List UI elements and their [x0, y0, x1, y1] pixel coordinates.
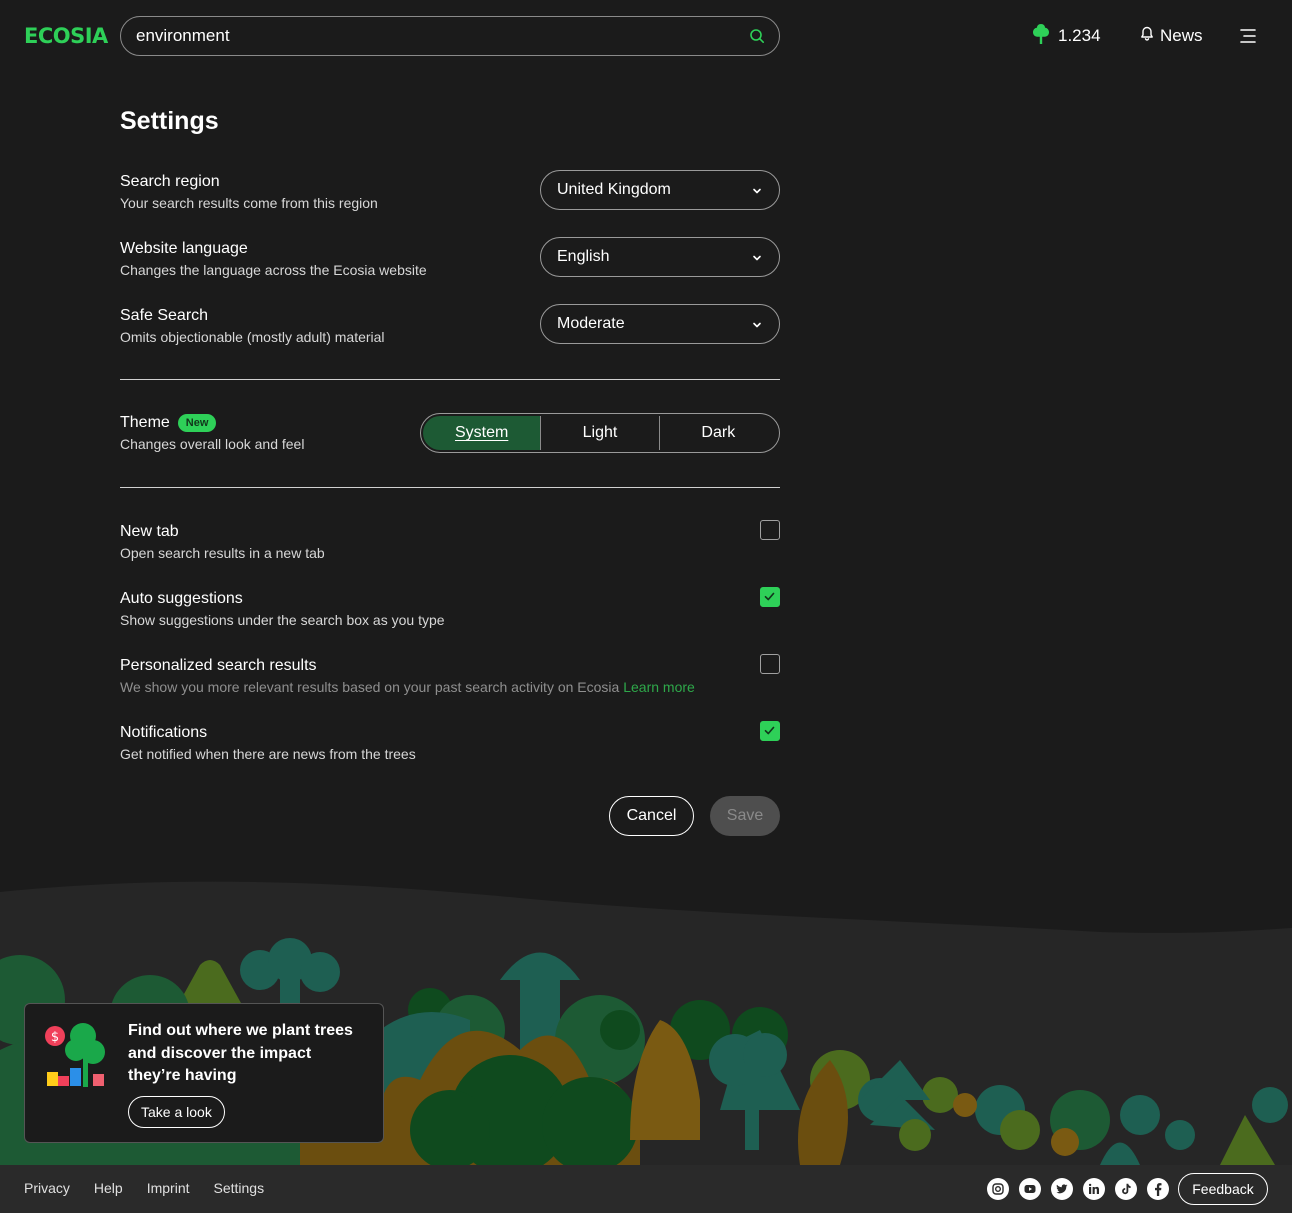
setting-label: Notifications — [120, 724, 208, 741]
setting-description: Get notified when there are news from th… — [120, 746, 416, 762]
setting-notifications: Notifications Get notified when there ar… — [120, 721, 780, 763]
website-language-select[interactable]: English — [540, 237, 780, 277]
bell-icon — [1140, 26, 1154, 46]
divider — [120, 379, 780, 380]
save-button[interactable]: Save — [710, 796, 780, 836]
setting-website-language: Website language Changes the language ac… — [120, 237, 780, 279]
setting-safe-search: Safe Search Omits objectionable (mostly … — [120, 304, 780, 346]
theme-label: Theme — [120, 414, 170, 431]
footer-link-imprint[interactable]: Imprint — [147, 1180, 190, 1196]
new-badge: New — [177, 414, 217, 432]
theme-switch: System Light Dark — [420, 413, 780, 453]
social-links — [987, 1178, 1169, 1200]
theme-option-dark[interactable]: Dark — [660, 416, 777, 450]
footer-link-settings[interactable]: Settings — [214, 1180, 265, 1196]
theme-option-light[interactable]: Light — [541, 416, 660, 450]
chevron-down-icon — [751, 318, 763, 330]
chevron-down-icon — [751, 251, 763, 263]
take-a-look-button[interactable]: Take a look — [128, 1096, 225, 1128]
facebook-icon[interactable] — [1147, 1178, 1169, 1200]
learn-more-link[interactable]: Learn more — [623, 679, 695, 695]
safe-search-select[interactable]: Moderate — [540, 304, 780, 344]
linkedin-icon[interactable] — [1083, 1178, 1105, 1200]
tiktok-icon[interactable] — [1115, 1178, 1137, 1200]
chevron-down-icon — [751, 184, 763, 196]
theme-option-system[interactable]: System — [423, 416, 542, 450]
setting-description: Show suggestions under the search box as… — [120, 612, 445, 628]
setting-personalized: Personalized search results We show you … — [120, 654, 780, 696]
setting-auto-suggestions: Auto suggestions Show suggestions under … — [120, 587, 780, 629]
news-button[interactable]: News — [1140, 24, 1203, 48]
check-icon — [764, 726, 775, 735]
setting-search-region: Search region Your search results come f… — [120, 170, 780, 212]
search-input[interactable] — [136, 17, 736, 55]
page-title: Settings — [120, 107, 219, 135]
setting-label: Auto suggestions — [120, 590, 243, 607]
divider — [120, 487, 780, 488]
footer-link-privacy[interactable]: Privacy — [24, 1180, 70, 1196]
promo-card: $ Find out where we plant trees and disc… — [24, 1003, 384, 1143]
header: ECOSIA 1.234 News — [0, 0, 1292, 72]
menu-icon[interactable] — [1240, 28, 1256, 44]
tree-count: 1.234 — [1058, 26, 1101, 45]
search-region-select[interactable]: United Kingdom — [540, 170, 780, 210]
setting-theme: Theme New Changes overall look and feel … — [120, 413, 780, 453]
new-tab-checkbox[interactable] — [760, 520, 780, 540]
tree-icon — [1032, 23, 1050, 50]
setting-description: Open search results in a new tab — [120, 545, 325, 561]
setting-label: Personalized search results — [120, 657, 317, 674]
notifications-checkbox[interactable] — [760, 721, 780, 741]
instagram-icon[interactable] — [987, 1178, 1009, 1200]
twitter-icon[interactable] — [1051, 1178, 1073, 1200]
footer-links: Privacy Help Imprint Settings — [24, 1180, 264, 1196]
tree-counter[interactable]: 1.234 — [1032, 23, 1101, 50]
footer-link-help[interactable]: Help — [94, 1180, 123, 1196]
auto-suggestions-checkbox[interactable] — [760, 587, 780, 607]
cancel-button[interactable]: Cancel — [609, 796, 694, 836]
news-label: News — [1160, 26, 1203, 45]
personalized-checkbox[interactable] — [760, 654, 780, 674]
ecosia-logo[interactable]: ECOSIA — [24, 24, 108, 48]
footer: Privacy Help Imprint Settings Feedback — [0, 1165, 1292, 1213]
personalized-description: We show you more relevant results based … — [120, 679, 620, 695]
check-icon — [764, 592, 775, 601]
setting-label: New tab — [120, 523, 179, 540]
select-value: Moderate — [557, 315, 625, 332]
promo-text: Find out where we plant trees and discov… — [128, 1022, 353, 1084]
select-value: United Kingdom — [557, 181, 671, 198]
svg-text:$: $ — [51, 1030, 59, 1045]
setting-new-tab: New tab Open search results in a new tab — [120, 520, 780, 562]
search-box — [120, 16, 780, 56]
select-value: English — [557, 248, 610, 265]
feedback-button[interactable]: Feedback — [1178, 1173, 1268, 1205]
setting-description: We show you more relevant results based … — [120, 678, 780, 696]
youtube-icon[interactable] — [1019, 1178, 1041, 1200]
tree-impact-illustration: $ — [45, 1023, 105, 1087]
search-icon[interactable] — [749, 28, 765, 44]
